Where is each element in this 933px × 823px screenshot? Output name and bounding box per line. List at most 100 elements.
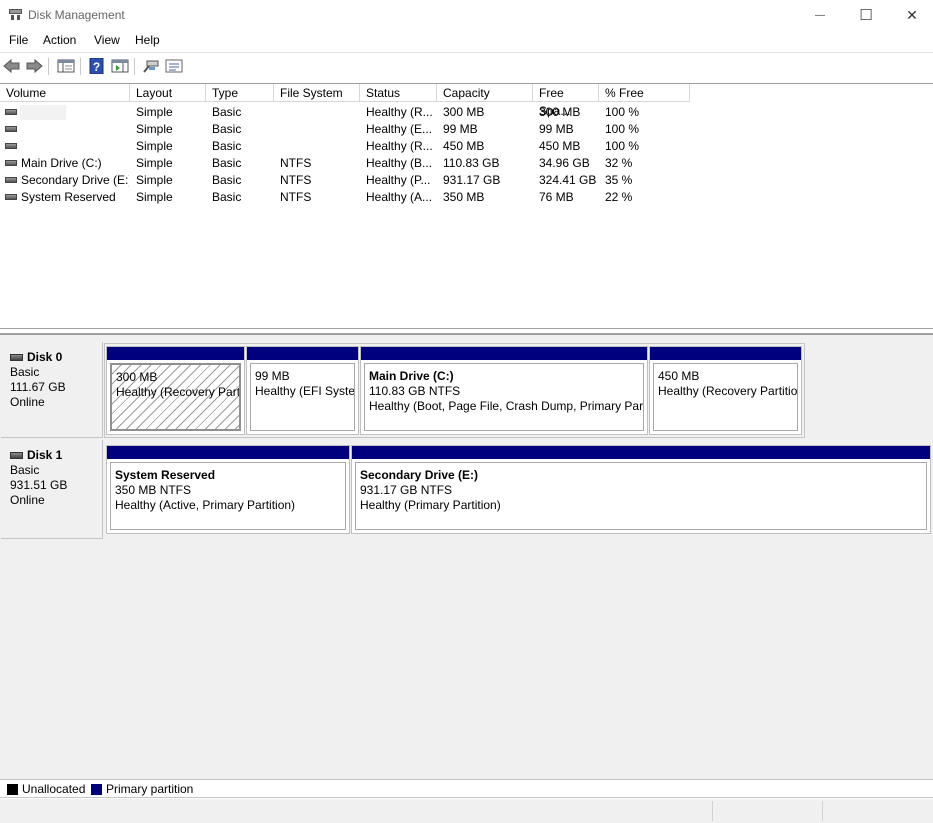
- partition-size: 110.83 GB NTFS: [369, 384, 461, 398]
- column-header-percent-free[interactable]: % Free: [599, 84, 690, 102]
- partition-body: 450 MB Healthy (Recovery Partitio: [653, 363, 798, 431]
- partition-body: 99 MB Healthy (EFI Syster: [250, 363, 355, 431]
- disk-1-label[interactable]: Disk 1 Basic 931.51 GB Online: [1, 440, 103, 539]
- partition-size: 931.17 GB NTFS: [360, 483, 453, 497]
- table-row[interactable]: System Reserved Simple Basic NTFS Health…: [0, 189, 933, 206]
- forward-arrow-icon[interactable]: [25, 58, 43, 74]
- cell-status: Healthy (P...: [366, 173, 431, 187]
- legend: Unallocated Primary partition: [0, 779, 933, 798]
- cell-type: Basic: [212, 190, 242, 204]
- column-header-free-space[interactable]: Free Spa...: [533, 84, 599, 118]
- volume-icon: [5, 143, 17, 149]
- partition-body: System Reserved 350 MB NTFS Healthy (Act…: [110, 462, 346, 530]
- menu-action[interactable]: Action: [43, 33, 76, 47]
- partition-status: Healthy (Boot, Page File, Crash Dump, Pr…: [369, 399, 644, 413]
- column-header-file-system[interactable]: File System: [274, 84, 360, 102]
- disk-size: 111.67 GB: [10, 380, 66, 394]
- cell-status: Healthy (B...: [366, 156, 433, 170]
- partition-main-drive-c[interactable]: Main Drive (C:) 110.83 GB NTFS Healthy (…: [360, 346, 648, 435]
- cell-free-space: 99 MB: [539, 122, 574, 136]
- disk-icon: [10, 452, 23, 459]
- cell-free-space: 450 MB: [539, 139, 581, 153]
- cell-percent-free: 100 %: [605, 105, 640, 119]
- action-pane-icon[interactable]: [111, 58, 129, 74]
- partition-size: 99 MB: [255, 369, 290, 383]
- cell-percent-free: 32 %: [605, 156, 633, 170]
- menu-help[interactable]: Help: [135, 33, 160, 47]
- help-icon[interactable]: ?: [88, 58, 106, 74]
- table-row[interactable]: Main Drive (C:) Simple Basic NTFS Health…: [0, 155, 933, 172]
- partition-body: Secondary Drive (E:) 931.17 GB NTFS Heal…: [355, 462, 927, 530]
- partition-status: Healthy (Recovery Partitio: [658, 384, 798, 398]
- volume-icon: [5, 109, 17, 115]
- toolbar: ?: [0, 52, 933, 80]
- minimize-icon: —: [815, 9, 825, 21]
- cell-capacity: 350 MB: [443, 190, 485, 204]
- back-arrow-icon[interactable]: [3, 58, 21, 74]
- properties-icon[interactable]: [165, 58, 183, 74]
- menu-bar: File Action View Help: [0, 30, 933, 51]
- partition-title: System Reserved: [115, 468, 216, 482]
- status-pane: [712, 801, 713, 821]
- volume-icon: [5, 177, 17, 183]
- cell-layout: Simple: [136, 139, 173, 153]
- cell-layout: Simple: [136, 190, 173, 204]
- primary-partition-bar: [650, 347, 801, 360]
- connect-icon[interactable]: [142, 58, 160, 74]
- legend-unallocated: Unallocated: [22, 782, 86, 796]
- table-row[interactable]: Simple Basic Healthy (R... 450 MB 450 MB…: [0, 138, 933, 155]
- table-row[interactable]: Secondary Drive (E:) Simple Basic NTFS H…: [0, 172, 933, 189]
- column-header-capacity[interactable]: Capacity: [437, 84, 533, 102]
- cell-type: Basic: [212, 156, 242, 170]
- column-header-status[interactable]: Status: [360, 84, 437, 102]
- column-header-volume[interactable]: Volume: [0, 84, 130, 102]
- column-header-type[interactable]: Type: [206, 84, 274, 102]
- cell-free-space: 300 MB: [539, 105, 581, 119]
- cell-status: Healthy (R...: [366, 139, 433, 153]
- cell-capacity: 300 MB: [443, 105, 485, 119]
- partition-disk0-recovery-1[interactable]: 300 MB Healthy (Recovery Partit: [106, 346, 245, 435]
- partition-secondary-drive-e[interactable]: Secondary Drive (E:) 931.17 GB NTFS Heal…: [351, 445, 931, 534]
- legend-primary-partition: Primary partition: [106, 782, 194, 796]
- show-hide-console-tree-icon[interactable]: [57, 58, 75, 74]
- primary-partition-bar: [247, 347, 358, 360]
- volume-list: Volume Layout Type File System Status Ca…: [0, 83, 933, 329]
- minimize-button[interactable]: —: [797, 0, 843, 30]
- unallocated-swatch: [7, 784, 18, 795]
- maximize-icon: ☐: [859, 7, 873, 24]
- cell-status: Healthy (R...: [366, 105, 433, 119]
- partition-disk0-recovery-2[interactable]: 450 MB Healthy (Recovery Partitio: [649, 346, 802, 435]
- close-button[interactable]: ✕: [889, 0, 933, 30]
- partition-size: 350 MB NTFS: [115, 483, 192, 497]
- toolbar-separator: [48, 58, 49, 75]
- volume-list-header: Volume Layout Type File System Status Ca…: [0, 84, 933, 118]
- cell-percent-free: 100 %: [605, 122, 640, 136]
- column-header-layout[interactable]: Layout: [130, 84, 206, 102]
- table-row[interactable]: Simple Basic Healthy (E... 99 MB 99 MB 1…: [0, 121, 933, 138]
- cell-percent-free: 35 %: [605, 173, 633, 187]
- cell-capacity: 450 MB: [443, 139, 485, 153]
- partition-title: Secondary Drive (E:): [360, 468, 479, 482]
- table-row[interactable]: Simple Basic Healthy (R... 300 MB 300 MB…: [0, 104, 933, 121]
- disk-type: Basic: [10, 365, 40, 379]
- disk-graphical-view: Disk 0 Basic 111.67 GB Online 300 MB Hea…: [0, 333, 933, 779]
- cell-status: Healthy (E...: [366, 122, 433, 136]
- cell-layout: Simple: [136, 173, 173, 187]
- partition-disk0-efi[interactable]: 99 MB Healthy (EFI Syster: [246, 346, 359, 435]
- partition-status: Healthy (Active, Primary Partition): [115, 498, 296, 512]
- disk-0-label[interactable]: Disk 0 Basic 111.67 GB Online: [1, 342, 103, 438]
- close-icon: ✕: [906, 6, 918, 23]
- cell-free-space: 324.41 GB: [539, 173, 597, 187]
- partition-system-reserved[interactable]: System Reserved 350 MB NTFS Healthy (Act…: [106, 445, 350, 534]
- maximize-button[interactable]: ☐: [843, 0, 889, 30]
- primary-partition-bar: [107, 446, 349, 459]
- status-pane: [822, 801, 823, 821]
- menu-file[interactable]: File: [9, 33, 28, 47]
- disk-size: 931.51 GB: [10, 478, 68, 492]
- disk-type: Basic: [10, 463, 40, 477]
- cell-free-space: 34.96 GB: [539, 156, 590, 170]
- cell-capacity: 110.83 GB: [443, 156, 500, 170]
- volume-icon: [5, 160, 17, 166]
- menu-view[interactable]: View: [94, 33, 120, 47]
- cell-status: Healthy (A...: [366, 190, 433, 204]
